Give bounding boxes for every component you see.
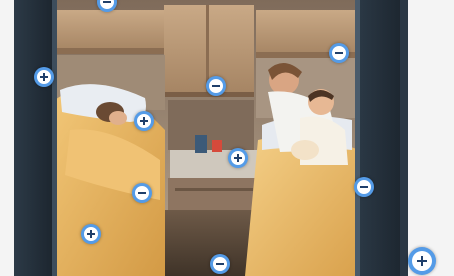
- hotspot-right-corner[interactable]: [408, 247, 436, 275]
- plus-icon: [40, 73, 48, 81]
- interior-photo: [0, 0, 454, 276]
- minus-icon: [216, 263, 224, 265]
- hotspot-right-cabinet[interactable]: [329, 43, 349, 63]
- plus-icon: [417, 256, 427, 266]
- minus-icon: [335, 52, 343, 54]
- plus-icon: [87, 230, 95, 238]
- minus-icon: [360, 186, 368, 188]
- minus-icon: [103, 1, 111, 3]
- plus-icon: [140, 117, 148, 125]
- hotspot-floor[interactable]: [210, 254, 230, 274]
- hotspot-left-bed-foot[interactable]: [81, 224, 101, 244]
- hotspot-nightstand[interactable]: [228, 148, 248, 168]
- hotspot-left-pillow[interactable]: [134, 111, 154, 131]
- minus-icon: [212, 85, 220, 87]
- hotspot-left-door[interactable]: [34, 67, 54, 87]
- hotspot-right-door[interactable]: [354, 177, 374, 197]
- plus-icon: [234, 154, 242, 162]
- hotspot-center-cabinet[interactable]: [206, 76, 226, 96]
- minus-icon: [138, 192, 146, 194]
- hotspot-left-bed[interactable]: [132, 183, 152, 203]
- interior-hotspot-viewer: [0, 0, 454, 276]
